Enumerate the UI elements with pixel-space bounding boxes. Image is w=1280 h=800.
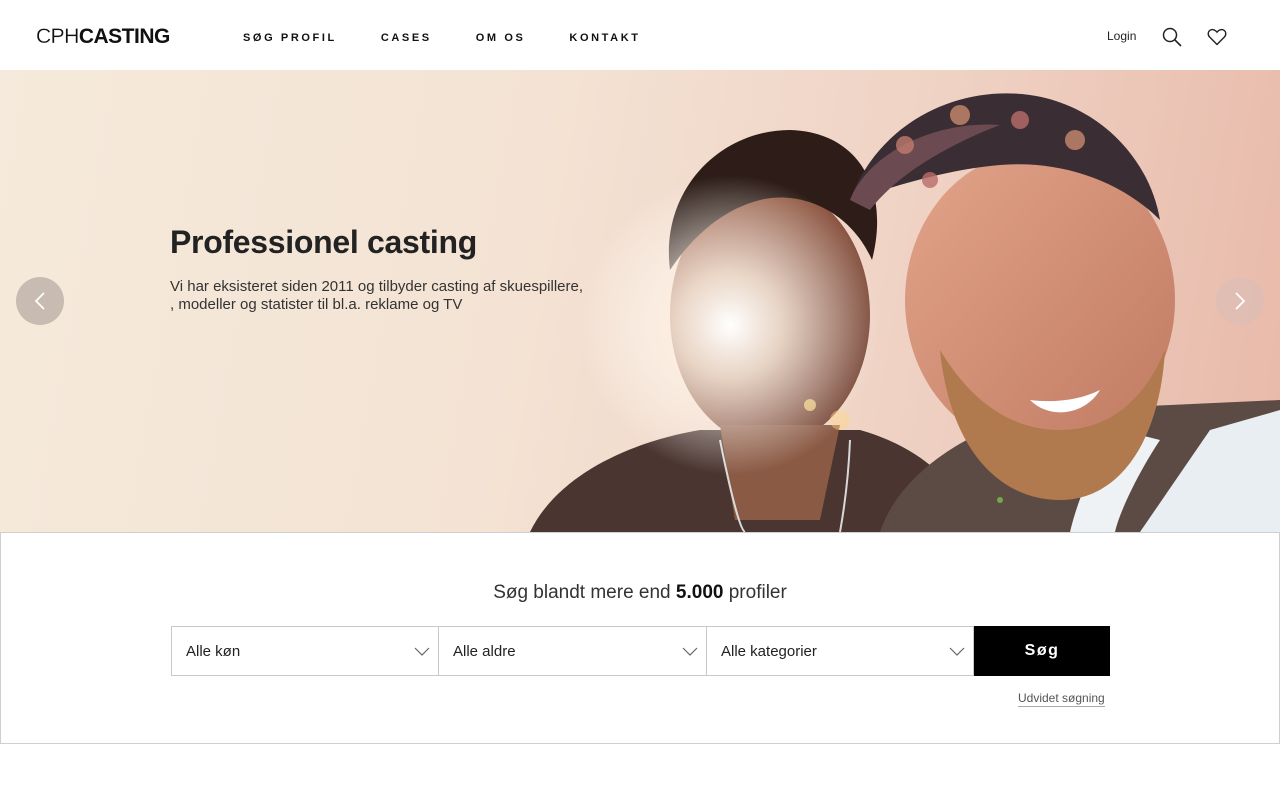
nav-item-about[interactable]: OM OS xyxy=(476,31,526,45)
age-select-value: Alle aldre xyxy=(453,642,516,660)
nav-item-cases[interactable]: CASES xyxy=(381,31,432,45)
heart-icon[interactable] xyxy=(1206,26,1228,48)
hero-description: Vi har eksisteret siden 2011 og tilbyder… xyxy=(170,278,600,314)
chevron-down-icon xyxy=(414,647,430,656)
nav-item-contact[interactable]: KONTAKT xyxy=(569,31,640,45)
slider-next-button[interactable] xyxy=(1216,277,1264,325)
site-logo[interactable]: CPH CASTING xyxy=(36,25,171,48)
hero-description-line-2: , modeller og statister til bl.a. reklam… xyxy=(170,296,463,313)
chevron-down-icon xyxy=(682,647,698,656)
search-heading-prefix: Søg blandt mere end xyxy=(493,582,676,603)
main-nav: SØG PROFIL CASES OM OS KONTAKT xyxy=(243,31,685,45)
site-header: CPH CASTING SØG PROFIL CASES OM OS KONTAK… xyxy=(0,0,1280,70)
login-link[interactable]: Login xyxy=(1107,29,1136,43)
search-icon[interactable] xyxy=(1161,26,1183,48)
slider-prev-button[interactable] xyxy=(16,277,64,325)
search-submit-button[interactable]: Søg xyxy=(974,626,1110,676)
hero-title: Professionel casting xyxy=(170,224,477,260)
nav-item-search-profile[interactable]: SØG PROFIL xyxy=(243,31,337,45)
search-heading: Søg blandt mere end 5.000 profiler xyxy=(1,581,1279,605)
chevron-down-icon xyxy=(949,647,965,656)
category-select-value: Alle kategorier xyxy=(721,642,817,660)
category-select[interactable]: Alle kategorier xyxy=(706,626,974,676)
gender-select-value: Alle køn xyxy=(186,642,241,660)
chevron-left-icon xyxy=(34,292,45,310)
gender-select[interactable]: Alle køn xyxy=(171,626,439,676)
search-heading-suffix: profiler xyxy=(723,582,787,603)
chevron-right-icon xyxy=(1235,292,1246,310)
hero-description-line-1: Vi har eksisteret siden 2011 og tilbyder… xyxy=(170,278,584,295)
logo-bold-text: CASTING xyxy=(78,25,171,48)
advanced-search-link[interactable]: Udvidet søgning xyxy=(1018,691,1105,707)
hero-slider: Professionel casting Vi har eksisteret s… xyxy=(0,70,1280,532)
profile-count: 5.000 xyxy=(675,582,724,603)
logo-light-text: CPH xyxy=(36,25,80,48)
age-select[interactable]: Alle aldre xyxy=(438,626,707,676)
profile-search-panel: Søg blandt mere end 5.000 profiler Alle … xyxy=(0,532,1280,744)
